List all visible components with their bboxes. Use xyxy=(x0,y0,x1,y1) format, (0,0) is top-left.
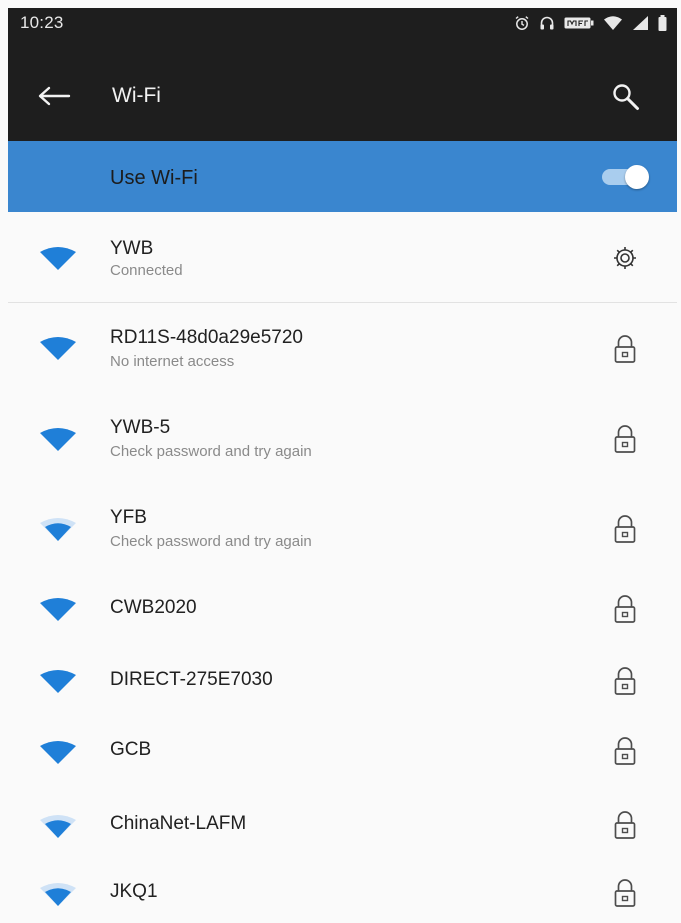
switch-thumb xyxy=(625,165,649,189)
wifi-status-icon xyxy=(603,15,623,31)
network-name: RD11S-48d0a29e5720 xyxy=(110,327,303,348)
lock-icon xyxy=(610,809,640,841)
network-name: YFB xyxy=(110,507,147,528)
wifi-settings-screen: 10:23 Wi-Fi Use Wi-Fi YWB Connected RD11… xyxy=(0,0,681,923)
lock-icon xyxy=(610,665,640,697)
use-wifi-row[interactable]: Use Wi-Fi xyxy=(8,141,677,212)
lock-icon xyxy=(610,877,640,909)
network-name: DIRECT-275E7030 xyxy=(110,669,273,690)
headphones-icon xyxy=(539,15,555,31)
network-name: GCB xyxy=(110,739,152,760)
network-name: ChinaNet-LAFM xyxy=(110,813,247,834)
lock-icon xyxy=(610,735,640,767)
wifi-signal-icon xyxy=(38,245,78,271)
network-status: Check password and try again xyxy=(110,443,312,460)
page-title: Wi-Fi xyxy=(112,84,161,107)
battery-icon xyxy=(658,15,667,31)
lock-icon xyxy=(610,423,640,455)
status-time: 10:23 xyxy=(20,13,64,32)
wifi-toggle-switch[interactable] xyxy=(598,165,652,189)
wifi-signal-icon xyxy=(38,596,78,622)
back-arrow-icon xyxy=(37,86,71,111)
network-status: No internet access xyxy=(110,353,235,370)
wifi-signal-icon xyxy=(38,516,78,542)
back-button[interactable] xyxy=(34,82,74,114)
settings-gear-icon[interactable] xyxy=(610,242,640,274)
lock-icon xyxy=(610,333,640,365)
search-icon xyxy=(611,82,641,117)
cell-signal-icon xyxy=(632,15,649,31)
battery-saver-icon xyxy=(564,16,594,30)
network-name: JKQ1 xyxy=(110,881,158,902)
alarm-icon xyxy=(514,15,530,31)
wifi-network-list: YWB Connected RD11S-48d0a29e5720 No inte… xyxy=(8,212,677,923)
wifi-signal-icon xyxy=(38,739,78,765)
wifi-network-row[interactable]: YFB Check password and try again xyxy=(8,483,677,573)
network-status: Connected xyxy=(110,262,183,279)
wifi-network-row[interactable]: ChinaNet-LAFM xyxy=(8,789,677,861)
search-button[interactable] xyxy=(608,81,644,117)
lock-icon xyxy=(610,513,640,545)
use-wifi-label: Use Wi-Fi xyxy=(110,167,198,189)
wifi-network-row[interactable]: JKQ1 xyxy=(8,861,677,923)
network-name: YWB xyxy=(110,238,154,259)
wifi-signal-icon xyxy=(38,668,78,694)
wifi-network-row[interactable]: CWB2020 xyxy=(8,573,677,645)
wifi-network-row[interactable]: RD11S-48d0a29e5720 No internet access xyxy=(8,303,677,393)
network-name: CWB2020 xyxy=(110,597,197,618)
network-name: YWB-5 xyxy=(110,417,171,438)
wifi-network-row[interactable]: YWB Connected xyxy=(8,212,677,303)
wifi-signal-icon xyxy=(38,813,78,839)
status-icons xyxy=(514,15,667,31)
network-status: Check password and try again xyxy=(110,533,312,550)
wifi-signal-icon xyxy=(38,426,78,452)
wifi-signal-icon xyxy=(38,335,78,361)
lock-icon xyxy=(610,593,640,625)
status-bar: 10:23 xyxy=(8,8,677,38)
wifi-network-row[interactable]: YWB-5 Check password and try again xyxy=(8,393,677,483)
wifi-network-row[interactable]: GCB xyxy=(8,717,677,789)
wifi-network-row[interactable]: DIRECT-275E7030 xyxy=(8,645,677,717)
app-bar: Wi-Fi xyxy=(8,38,677,141)
wifi-signal-icon xyxy=(38,881,78,907)
